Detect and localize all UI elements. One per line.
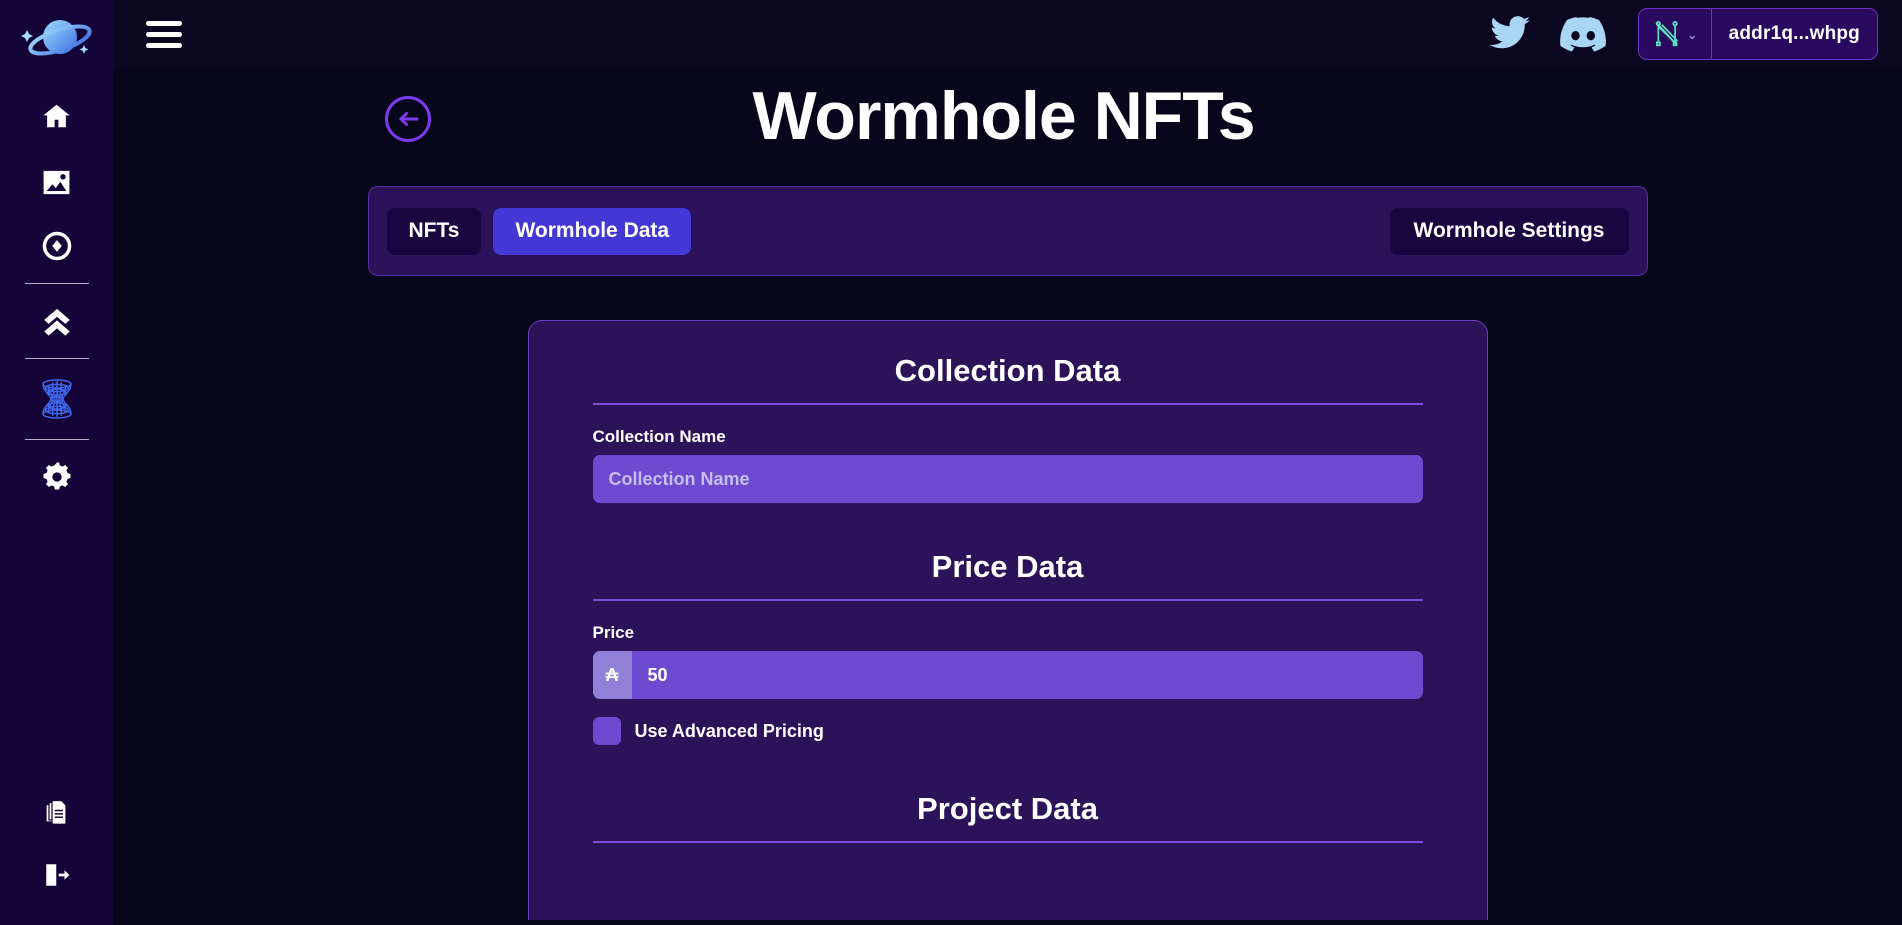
main-area: ⌄ addr1q...whpg Wormhole NFTs NFTs Wormh… <box>113 0 1902 925</box>
twitter-icon[interactable] <box>1488 15 1532 53</box>
sidebar-item-token[interactable] <box>26 218 88 274</box>
planet-logo[interactable] <box>11 8 103 74</box>
price-data-rule <box>592 599 1423 601</box>
wormhole-icon <box>41 379 72 419</box>
back-button[interactable] <box>385 96 431 142</box>
hamburger-line <box>146 31 182 37</box>
double-chevron-up-icon <box>43 308 70 336</box>
project-data-rule <box>592 841 1423 843</box>
chevron-down-icon: ⌄ <box>1686 26 1698 42</box>
sidebar-divider-3 <box>24 439 89 440</box>
project-data-heading: Project Data <box>917 791 1098 826</box>
sidebar-divider-1 <box>24 283 89 284</box>
price-data-heading: Price Data <box>931 549 1084 584</box>
discord-icon[interactable] <box>1559 16 1606 52</box>
price-label: Price <box>592 623 635 642</box>
hamburger-line <box>146 42 182 48</box>
documents-icon <box>44 799 67 825</box>
use-advanced-pricing-label: Use Advanced Pricing <box>634 720 824 741</box>
image-icon <box>43 170 70 194</box>
page-title: Wormhole NFTs <box>752 78 1255 154</box>
app-root: ⌄ addr1q...whpg Wormhole NFTs NFTs Wormh… <box>0 0 1902 925</box>
sidebar-item-docs[interactable] <box>26 785 88 841</box>
collection-name-input[interactable] <box>592 455 1423 503</box>
tab-nfts[interactable]: NFTs <box>386 207 482 255</box>
collection-data-heading: Collection Data <box>894 353 1121 388</box>
home-icon <box>43 104 70 128</box>
tab-bar: NFTs Wormhole Data Wormhole Settings <box>367 186 1648 276</box>
ada-currency-icon: ₳ <box>592 651 632 699</box>
sidebar-item-logout[interactable] <box>26 847 88 903</box>
use-advanced-pricing-checkbox[interactable] <box>592 717 621 745</box>
nami-wallet-icon <box>1655 21 1678 47</box>
sidebar-bottom-group <box>26 785 88 925</box>
sidebar-divider-2 <box>24 358 89 359</box>
wallet-button[interactable]: ⌄ addr1q...whpg <box>1637 8 1878 60</box>
sidebar <box>0 0 113 925</box>
topbar: ⌄ addr1q...whpg <box>113 0 1902 68</box>
sidebar-item-home[interactable] <box>26 88 88 144</box>
gear-icon <box>43 462 70 490</box>
token-icon <box>42 231 71 261</box>
hamburger-menu-icon[interactable] <box>143 14 187 54</box>
page-header: Wormhole NFTs <box>113 68 1902 164</box>
hamburger-line <box>146 20 182 26</box>
sidebar-item-settings[interactable] <box>26 449 88 505</box>
collection-data-rule <box>592 403 1423 405</box>
sidebar-item-wormhole[interactable] <box>26 368 88 430</box>
collection-name-label: Collection Name <box>592 427 726 446</box>
topbar-right-group: ⌄ addr1q...whpg <box>1488 8 1878 60</box>
tab-wormhole-data[interactable]: Wormhole Data <box>493 207 692 255</box>
logout-icon <box>45 864 69 886</box>
advanced-pricing-row[interactable]: Use Advanced Pricing <box>592 717 1423 745</box>
sidebar-item-gallery[interactable] <box>26 154 88 210</box>
sidebar-item-upgrade[interactable] <box>26 293 88 349</box>
wormhole-data-card: Collection Data Collection Name Price Da… <box>527 320 1488 920</box>
wallet-address: addr1q...whpg <box>1728 23 1860 44</box>
price-input[interactable] <box>631 651 1423 699</box>
wormhole-settings-button[interactable]: Wormhole Settings <box>1389 207 1629 255</box>
wallet-selector[interactable]: ⌄ <box>1639 9 1712 59</box>
price-input-group: ₳ <box>592 651 1423 699</box>
back-arrow-icon <box>399 112 419 126</box>
